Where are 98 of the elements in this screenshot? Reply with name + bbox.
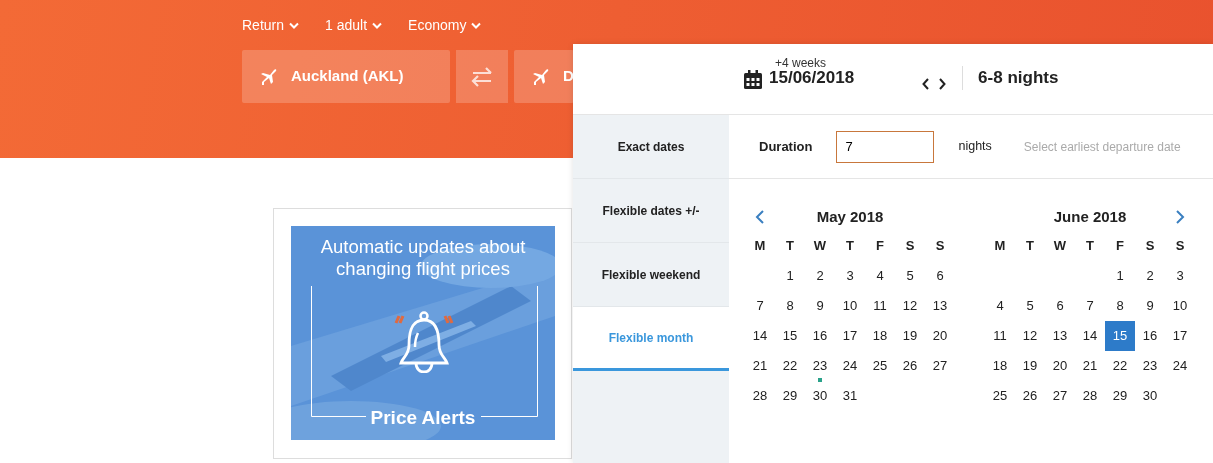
- plane-icon: [259, 66, 279, 87]
- chevron-down-icon: [289, 21, 300, 29]
- day-cell[interactable]: 12: [895, 291, 925, 321]
- day-cell[interactable]: 9: [805, 291, 835, 321]
- day-cell[interactable]: 1: [775, 261, 805, 291]
- day-cell[interactable]: 3: [1165, 261, 1195, 291]
- weekday-label: M: [753, 237, 767, 256]
- day-cell[interactable]: 21: [745, 351, 775, 381]
- swap-icon: [471, 65, 493, 88]
- day-cell[interactable]: 5: [895, 261, 925, 291]
- day-cell[interactable]: 18: [865, 321, 895, 351]
- day-cell[interactable]: 18: [985, 351, 1015, 381]
- calendar-icon: [743, 69, 763, 90]
- day-cell[interactable]: 13: [1045, 321, 1075, 351]
- banner-title: Price Alerts: [370, 406, 476, 428]
- chevron-left-icon: [755, 210, 765, 224]
- chevron-right-icon: [938, 78, 947, 90]
- day-cell[interactable]: 10: [835, 291, 865, 321]
- day-cell[interactable]: 31: [835, 381, 865, 411]
- chevron-down-icon: [471, 21, 482, 29]
- day-cell[interactable]: 21: [1075, 351, 1105, 381]
- weekday-label: T: [1025, 237, 1035, 256]
- day-cell[interactable]: 2: [1135, 261, 1165, 291]
- nights-range: 6-8 nights: [978, 66, 1059, 89]
- weekday-label: T: [785, 237, 795, 256]
- weekday-label: W: [1052, 237, 1068, 256]
- day-cell[interactable]: 16: [1135, 321, 1165, 351]
- day-cell[interactable]: 11: [865, 291, 895, 321]
- day-cell[interactable]: 8: [1105, 291, 1135, 321]
- day-cell[interactable]: 2: [805, 261, 835, 291]
- day-cell[interactable]: 17: [835, 321, 865, 351]
- day-cell[interactable]: 19: [895, 321, 925, 351]
- day-cell[interactable]: 30: [805, 381, 835, 411]
- day-cell[interactable]: 15: [1105, 321, 1135, 351]
- day-cell[interactable]: 27: [1045, 381, 1075, 411]
- day-cell[interactable]: 6: [925, 261, 955, 291]
- banner-headline: Automatic updates about changing flight prices: [319, 236, 527, 280]
- day-cell[interactable]: 28: [745, 381, 775, 411]
- duration-field[interactable]: 7: [836, 130, 935, 163]
- day-cell[interactable]: 10: [1165, 291, 1195, 321]
- day-cell[interactable]: 4: [985, 291, 1015, 321]
- chevron-down-icon: [372, 21, 383, 29]
- day-cell[interactable]: 25: [985, 381, 1015, 411]
- duration-label: Duration: [759, 137, 813, 156]
- weekday-label: S: [934, 237, 946, 256]
- day-cell[interactable]: 12: [1015, 321, 1045, 351]
- day-cell[interactable]: 29: [1105, 381, 1135, 411]
- weekday-label: W: [812, 237, 828, 256]
- day-cell[interactable]: 4: [865, 261, 895, 291]
- chevron-right-icon: [1175, 210, 1185, 224]
- day-cell[interactable]: 20: [1045, 351, 1075, 381]
- day-cell[interactable]: 24: [1165, 351, 1195, 381]
- day-cell[interactable]: 17: [1165, 321, 1195, 351]
- day-cell[interactable]: 15: [775, 321, 805, 351]
- day-cell[interactable]: 25: [865, 351, 895, 381]
- day-cell[interactable]: 23: [805, 351, 835, 381]
- day-cell[interactable]: 13: [925, 291, 955, 321]
- weekday-label: T: [1085, 237, 1095, 256]
- weekday-label: S: [1144, 237, 1156, 256]
- previous-month-button[interactable]: [755, 210, 765, 224]
- day-cell[interactable]: 27: [925, 351, 955, 381]
- day-cell[interactable]: 8: [775, 291, 805, 321]
- day-cell[interactable]: 24: [835, 351, 865, 381]
- weekday-label: S: [904, 237, 916, 256]
- weekday-label: F: [875, 237, 885, 256]
- next-month-button[interactable]: [1175, 210, 1185, 224]
- month-title: May 2018: [816, 206, 884, 227]
- day-cell[interactable]: 3: [835, 261, 865, 291]
- day-cell[interactable]: 26: [1015, 381, 1045, 411]
- chevron-left-icon: [922, 78, 931, 90]
- day-cell[interactable]: 7: [745, 291, 775, 321]
- day-cell[interactable]: 26: [895, 351, 925, 381]
- day-cell[interactable]: 19: [1015, 351, 1045, 381]
- plane-icon: [531, 66, 551, 87]
- day-cell[interactable]: 9: [1135, 291, 1165, 321]
- day-cell[interactable]: 11: [985, 321, 1015, 351]
- day-cell[interactable]: 7: [1075, 291, 1105, 321]
- weekday-label: S: [1174, 237, 1186, 256]
- day-cell[interactable]: 5: [1015, 291, 1045, 321]
- day-cell[interactable]: 20: [925, 321, 955, 351]
- day-cell[interactable]: 30: [1135, 381, 1165, 411]
- day-cell[interactable]: 23: [1135, 351, 1165, 381]
- weekday-label: T: [845, 237, 855, 256]
- hint-text: Select earliest departure date: [1023, 138, 1181, 156]
- weekday-label: M: [993, 237, 1007, 256]
- day-cell[interactable]: 29: [775, 381, 805, 411]
- day-cell[interactable]: 14: [745, 321, 775, 351]
- day-cell[interactable]: 14: [1075, 321, 1105, 351]
- weekday-label: F: [1115, 237, 1125, 256]
- day-cell[interactable]: 16: [805, 321, 835, 351]
- day-cell[interactable]: 6: [1045, 291, 1075, 321]
- swap-button[interactable]: [456, 50, 508, 103]
- nights-label: nights: [958, 138, 992, 156]
- day-cell[interactable]: 22: [1105, 351, 1135, 381]
- day-cell[interactable]: 22: [775, 351, 805, 381]
- day-cell[interactable]: 28: [1075, 381, 1105, 411]
- day-cell[interactable]: 1: [1105, 261, 1135, 291]
- month-title: June 2018: [1053, 206, 1127, 227]
